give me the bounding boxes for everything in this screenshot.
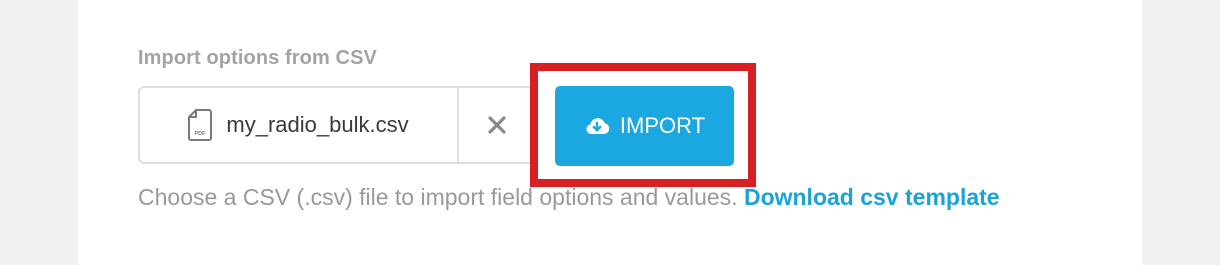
import-button-label: IMPORT <box>619 113 706 138</box>
cloud-download-icon <box>584 116 610 136</box>
file-name: my_radio_bulk.csv <box>226 112 409 137</box>
section-label: Import options from CSV <box>138 47 377 69</box>
close-icon <box>488 116 506 134</box>
svg-text:PDF: PDF <box>195 131 207 137</box>
help-text-content: Choose a CSV (.csv) file to import field… <box>138 184 744 210</box>
pdf-file-icon: PDF <box>188 109 213 141</box>
download-csv-template-link[interactable]: Download csv template <box>744 184 1000 210</box>
import-button[interactable]: IMPORT <box>555 86 734 166</box>
selected-file[interactable]: PDF my_radio_bulk.csv <box>140 88 457 162</box>
clear-file-button[interactable] <box>459 88 535 162</box>
help-text: Choose a CSV (.csv) file to import field… <box>138 184 1000 211</box>
file-selector: PDF my_radio_bulk.csv <box>138 86 593 164</box>
